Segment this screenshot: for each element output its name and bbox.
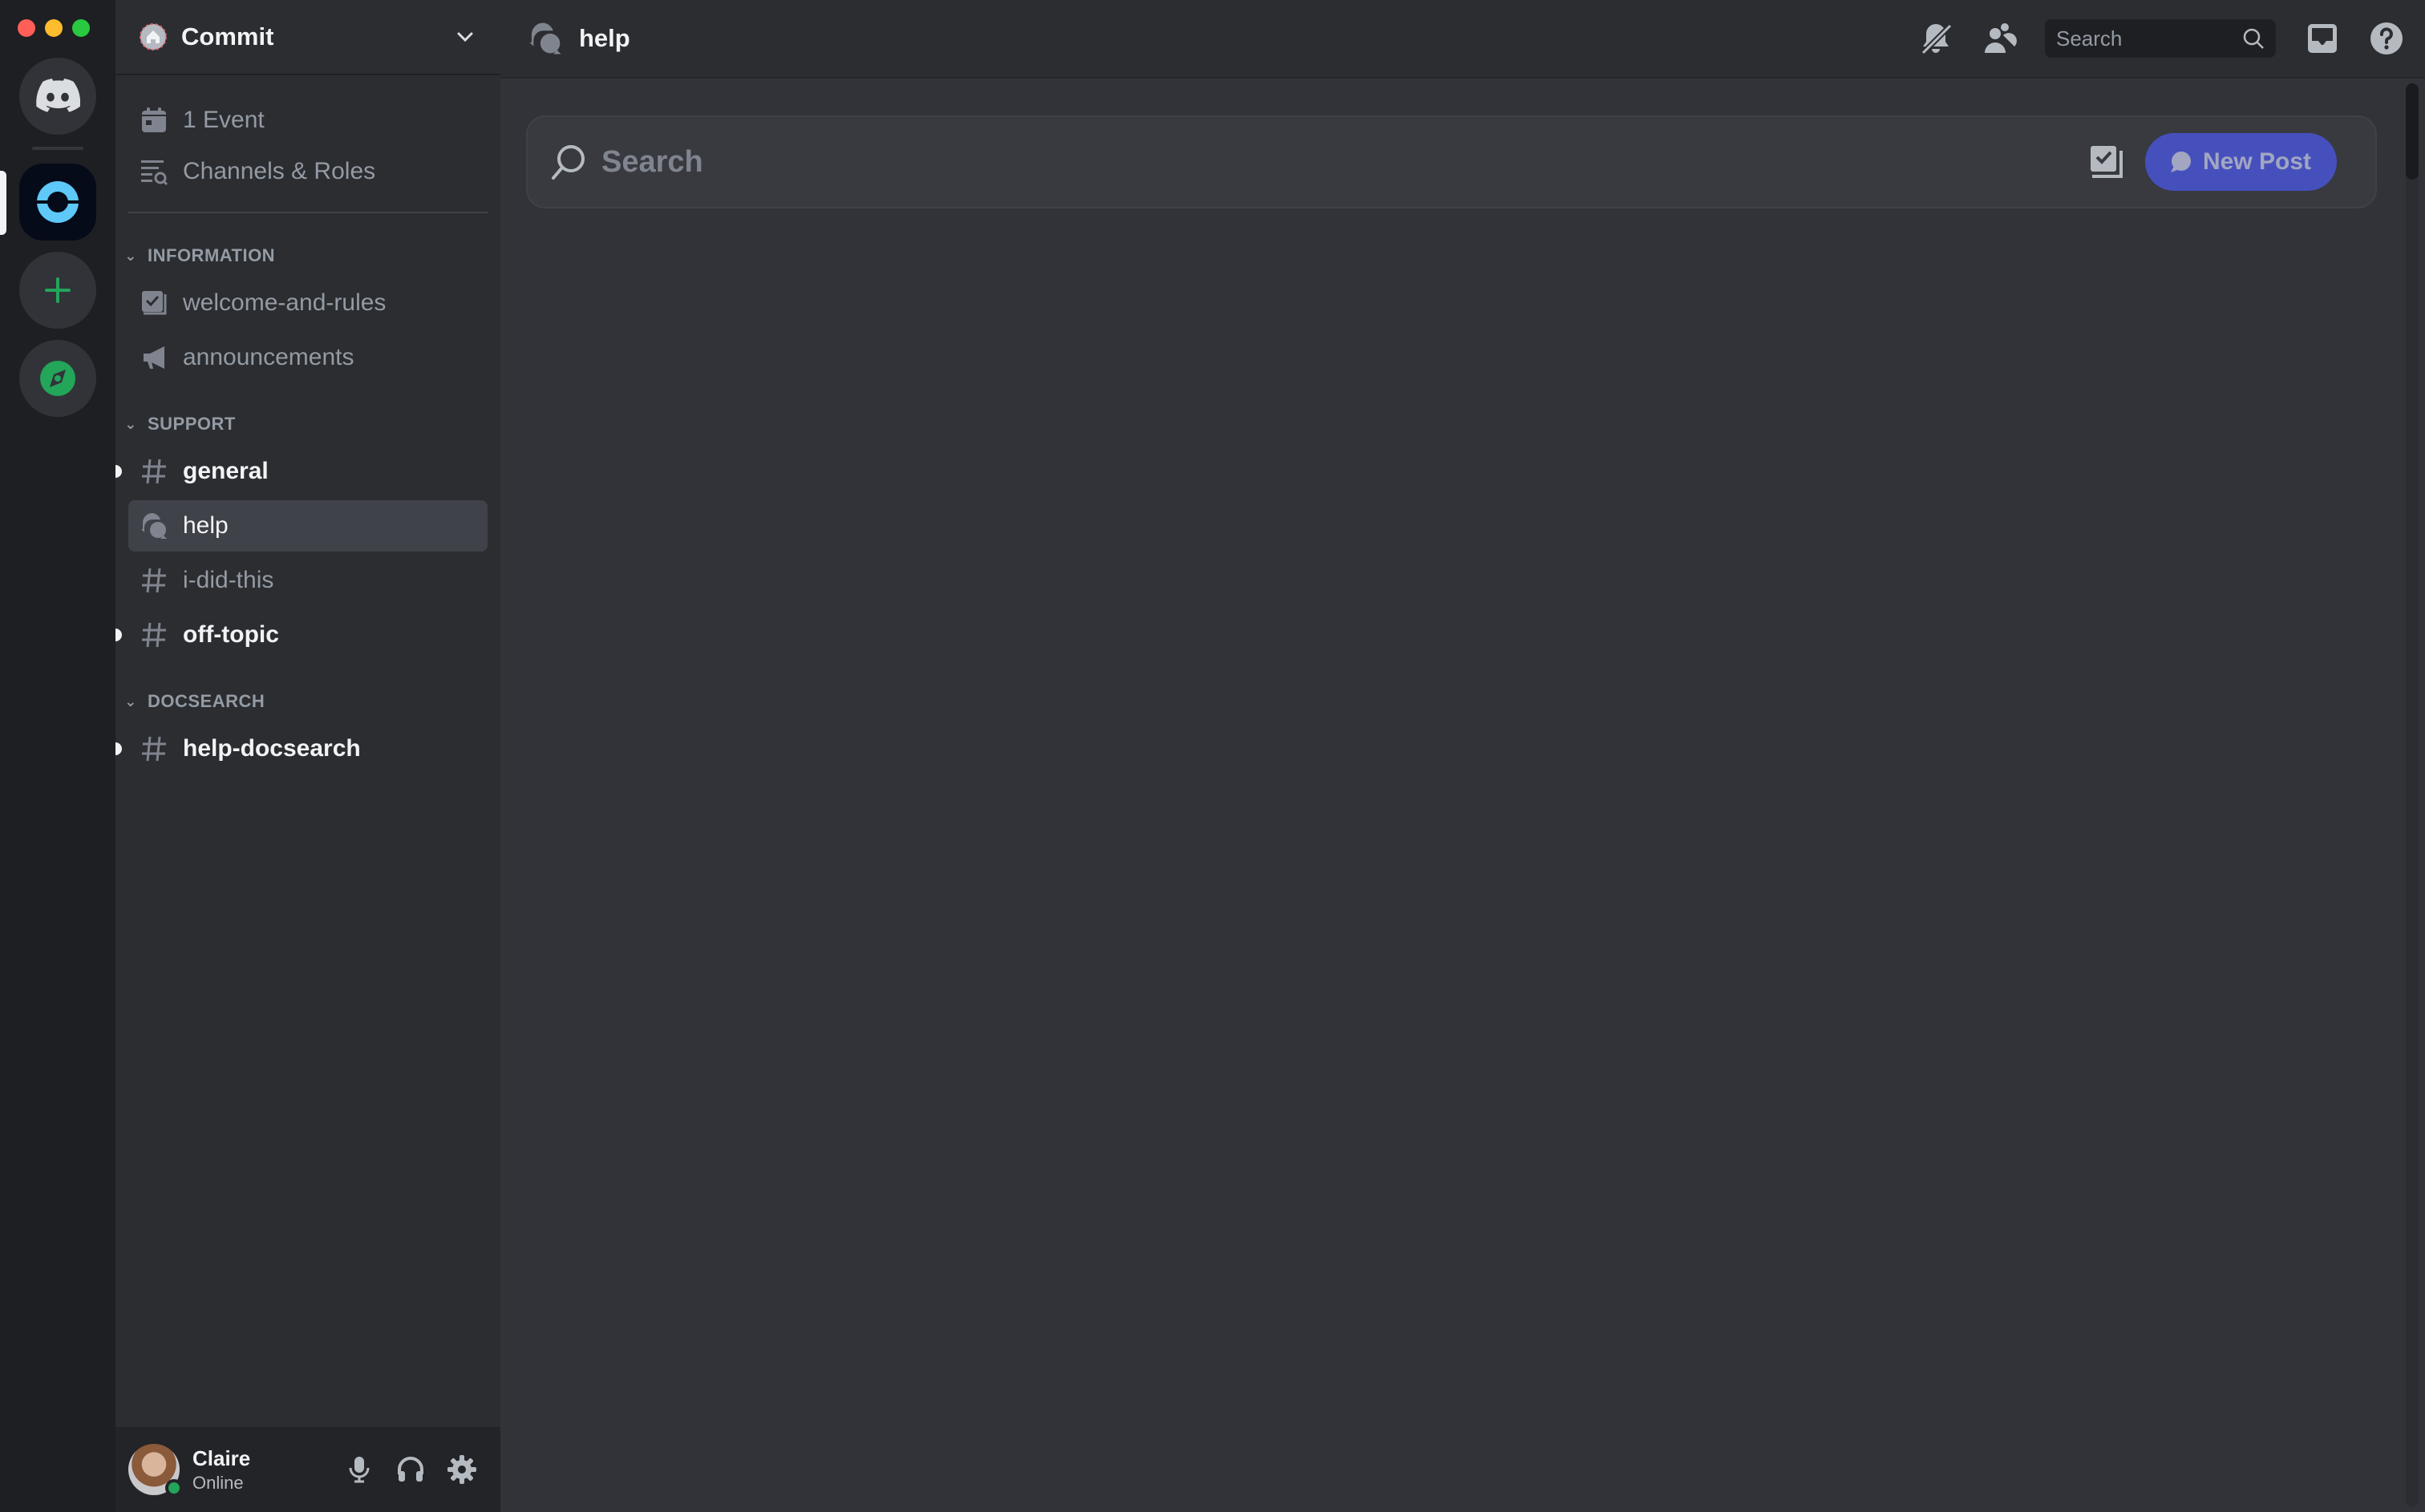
direct-messages-button[interactable]	[19, 58, 96, 135]
inbox-button[interactable]	[2303, 19, 2342, 58]
channel-sidebar: Commit 1 Event Channels & Roles ⌄ INFORM…	[115, 0, 500, 1512]
notification-settings-button[interactable]	[1917, 19, 1955, 58]
guild-badge-icon	[140, 23, 167, 51]
channel-announcements[interactable]: announcements	[128, 332, 488, 383]
compass-icon	[40, 361, 75, 396]
guild-header[interactable]: Commit	[115, 0, 500, 75]
unread-indicator	[115, 629, 122, 641]
calendar-icon	[140, 106, 168, 135]
channels-roles-item[interactable]: Channels & Roles	[115, 146, 500, 197]
channel-help[interactable]: help	[128, 500, 488, 552]
unread-indicator	[115, 465, 122, 478]
unread-indicator	[115, 742, 122, 755]
deafen-button[interactable]	[385, 1444, 436, 1495]
sidebar-divider	[128, 212, 488, 213]
main-area: help New Post	[500, 0, 2425, 1512]
channel-label: welcome-and-rules	[183, 289, 387, 316]
events-label: 1 Event	[183, 107, 265, 133]
minimize-window-button[interactable]	[45, 19, 63, 37]
rules-icon	[140, 289, 168, 317]
bell-muted-icon	[1921, 23, 1953, 55]
channels-roles-label: Channels & Roles	[183, 158, 376, 184]
category-label: SUPPORT	[148, 414, 236, 434]
category-support[interactable]: ⌄ SUPPORT	[115, 404, 500, 444]
scrollbar-thumb[interactable]	[2406, 83, 2419, 180]
forum-toolbar: New Post	[526, 115, 2377, 208]
username: Claire	[192, 1445, 251, 1470]
events-item[interactable]: 1 Event	[115, 95, 500, 146]
member-list-button[interactable]	[1981, 19, 2019, 58]
header-search[interactable]	[2045, 19, 2276, 58]
channels-roles-icon	[140, 157, 168, 186]
microphone-icon	[349, 1457, 370, 1483]
chevron-down-icon: ⌄	[124, 247, 137, 264]
discord-logo-icon	[36, 79, 80, 112]
selected-server-indicator	[0, 171, 6, 235]
channel-welcome-and-rules[interactable]: welcome-and-rules	[128, 277, 488, 329]
guild-name: Commit	[181, 22, 274, 51]
header-search-input[interactable]	[2056, 26, 2242, 51]
channel-off-topic[interactable]: off-topic	[115, 609, 488, 661]
maximize-window-button[interactable]	[72, 19, 90, 37]
server-rail	[0, 0, 115, 1512]
channel-header: help	[500, 0, 2425, 79]
inbox-icon	[2308, 24, 2337, 53]
help-button[interactable]	[2367, 19, 2406, 58]
members-icon	[1985, 23, 2017, 53]
question-icon	[2370, 22, 2403, 55]
user-settings-button[interactable]	[436, 1444, 488, 1495]
channel-title: help	[579, 24, 630, 52]
hash-icon	[140, 734, 168, 763]
category-docsearch[interactable]: ⌄ DOCSEARCH	[115, 681, 500, 722]
category-information[interactable]: ⌄ INFORMATION	[115, 236, 500, 276]
search-icon	[552, 145, 585, 180]
guidelines-icon	[2090, 146, 2123, 178]
user-status: Online	[192, 1472, 244, 1493]
plus-icon	[45, 277, 71, 303]
megaphone-icon	[140, 343, 168, 372]
forum-icon	[140, 511, 168, 540]
new-post-label: New Post	[2202, 148, 2311, 175]
channel-label: help	[183, 512, 229, 539]
forum-search-input[interactable]	[601, 144, 2087, 180]
search-icon	[2243, 28, 2264, 49]
server-commit[interactable]	[19, 164, 96, 241]
channel-label: help-docsearch	[183, 735, 361, 762]
forum-icon	[529, 22, 561, 55]
forum-guidelines-button[interactable]	[2087, 143, 2126, 181]
channel-label: i-did-this	[183, 567, 274, 593]
add-server-button[interactable]	[19, 252, 96, 329]
channel-label: general	[183, 458, 269, 484]
new-post-button[interactable]: New Post	[2144, 133, 2337, 191]
category-label: INFORMATION	[148, 245, 276, 265]
hash-icon	[140, 621, 168, 649]
hash-icon	[140, 566, 168, 595]
category-label: DOCSEARCH	[148, 691, 265, 711]
avatar[interactable]	[128, 1444, 183, 1497]
chevron-down-icon: ⌄	[124, 693, 137, 710]
chevron-down-icon: ⌄	[124, 415, 137, 432]
close-window-button[interactable]	[18, 19, 35, 37]
gear-icon	[447, 1455, 476, 1484]
scrollbar-track[interactable]	[2406, 83, 2419, 1507]
chat-bubble-icon	[2170, 152, 2191, 172]
explore-servers-button[interactable]	[19, 340, 96, 417]
window-controls	[18, 19, 90, 37]
channel-label: announcements	[183, 344, 354, 370]
commit-server-icon	[32, 181, 83, 223]
user-panel: Claire Online	[115, 1427, 500, 1512]
rail-separator	[32, 147, 83, 150]
channel-help-docsearch[interactable]: help-docsearch	[115, 723, 488, 774]
chevron-down-icon	[457, 32, 473, 42]
channel-label: off-topic	[183, 621, 279, 648]
mute-button[interactable]	[334, 1444, 385, 1495]
channel-general[interactable]: general	[115, 446, 488, 497]
channel-i-did-this[interactable]: i-did-this	[128, 555, 488, 606]
user-info[interactable]: Claire Online	[192, 1446, 334, 1494]
hash-icon	[140, 457, 168, 486]
online-status-indicator	[165, 1479, 183, 1497]
headphones-icon	[398, 1457, 423, 1482]
